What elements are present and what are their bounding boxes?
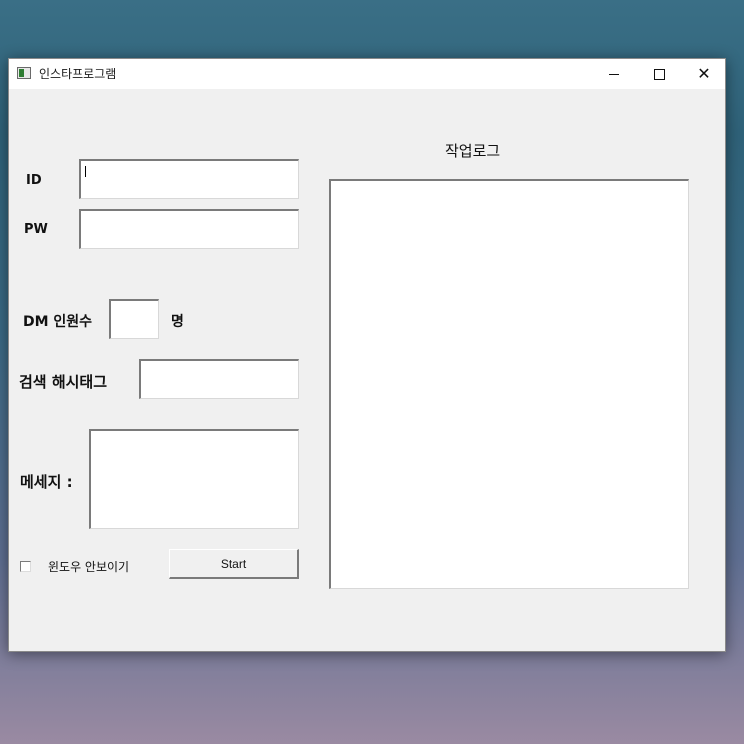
dm-count-unit: 명 <box>171 314 184 330</box>
log-textarea[interactable] <box>329 179 689 589</box>
minimize-button[interactable] <box>591 59 637 89</box>
close-icon: ✕ <box>697 64 711 83</box>
text-caret <box>85 166 86 177</box>
start-button[interactable]: Start <box>169 549 299 579</box>
title-bar[interactable]: 인스타프로그램 ✕ <box>9 59 725 89</box>
pw-input[interactable] <box>79 209 299 249</box>
close-button[interactable]: ✕ <box>681 59 727 89</box>
id-label: ID <box>26 173 42 188</box>
dm-count-label: DM 인원수 <box>23 314 93 330</box>
hashtag-input[interactable] <box>139 359 299 399</box>
maximize-icon <box>653 68 665 80</box>
log-title: 작업로그 <box>445 142 501 160</box>
app-window-icon <box>17 67 31 79</box>
minimize-icon <box>609 73 619 75</box>
hashtag-label: 검색 해시태그 <box>19 373 108 391</box>
app-window: 인스타프로그램 ✕ ID PW DM 인원수 명 검색 해시태그 메세지 : 윈… <box>8 58 726 652</box>
pw-label: PW <box>24 222 48 237</box>
window-title: 인스타프로그램 <box>39 67 117 81</box>
message-label: 메세지 : <box>20 473 73 491</box>
message-textarea[interactable] <box>89 429 299 529</box>
hide-window-label[interactable]: 윈도우 안보이기 <box>48 558 129 575</box>
hide-window-checkbox[interactable] <box>20 561 31 572</box>
dm-count-input[interactable] <box>109 299 159 339</box>
maximize-button[interactable] <box>636 59 682 89</box>
id-input[interactable] <box>79 159 299 199</box>
